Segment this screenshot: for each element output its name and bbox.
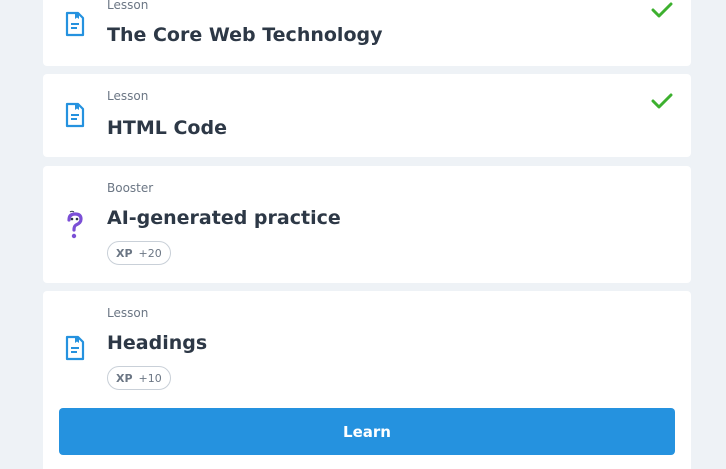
lesson-type-label: Lesson: [107, 306, 149, 320]
xp-badge: XP +20: [107, 241, 171, 265]
xp-value: +20: [138, 246, 162, 260]
xp-label: XP: [116, 371, 133, 385]
question-mark-icon: [64, 210, 86, 239]
lesson-doc-icon: [64, 102, 86, 128]
lesson-title: AI-generated practice: [107, 207, 341, 229]
lesson-list-page: Lesson The Core Web Technology Lesson HT…: [0, 0, 726, 469]
lesson-card[interactable]: Lesson Headings XP +10 Learn: [43, 291, 691, 469]
xp-badge: XP +10: [107, 366, 171, 390]
lesson-card[interactable]: Lesson The Core Web Technology: [43, 0, 691, 66]
lesson-doc-icon: [64, 335, 86, 361]
checkmark-icon: [651, 1, 673, 19]
lesson-card[interactable]: Lesson HTML Code: [43, 74, 691, 157]
booster-card[interactable]: Booster AI-generated practice XP +20: [43, 166, 691, 283]
xp-value: +10: [138, 371, 162, 385]
learn-button[interactable]: Learn: [59, 408, 675, 455]
lesson-doc-icon: [64, 11, 86, 37]
checkmark-icon: [651, 92, 673, 110]
lesson-title: HTML Code: [107, 117, 227, 139]
lesson-title: The Core Web Technology: [107, 24, 383, 46]
lesson-title: Headings: [107, 332, 208, 354]
lesson-type-label: Lesson: [107, 0, 149, 12]
xp-label: XP: [116, 246, 133, 260]
lesson-type-label: Lesson: [107, 89, 149, 103]
lesson-type-label: Booster: [107, 181, 154, 195]
